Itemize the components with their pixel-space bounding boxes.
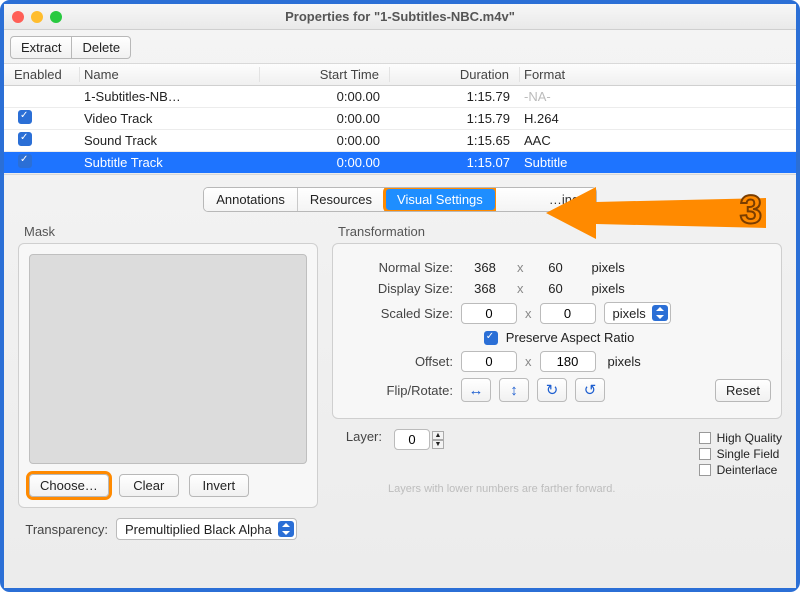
duration: 1:15.79 [390,89,520,104]
track-name: Video Track [80,111,260,126]
pixels-label: pixels [592,281,625,296]
close-icon[interactable] [12,11,24,23]
mask-preview [29,254,307,464]
high-quality-label: High Quality [717,431,782,445]
window-title: Properties for "1-Subtitles-NBC.m4v" [12,9,788,24]
enabled-checkbox[interactable] [18,110,32,124]
scaled-size-label: Scaled Size: [343,306,453,321]
mask-title: Mask [24,224,318,239]
x-sep: x [517,281,524,296]
preserve-aspect-checkbox[interactable] [484,331,498,345]
scaled-unit-value: pixels [613,306,646,321]
start-time: 0:00.00 [260,89,390,104]
pixels-label: pixels [592,260,625,275]
enabled-checkbox[interactable] [18,132,32,146]
offset-y-input[interactable] [540,351,596,372]
extract-button[interactable]: Extract [10,36,72,59]
rotate-cw-icon[interactable]: ↻ [537,378,567,402]
high-quality-checkbox[interactable] [699,432,711,444]
x-sep: x [517,260,524,275]
transparency-select[interactable]: Premultiplied Black Alpha [116,518,297,540]
tabs: Annotations Resources Visual Settings …i… [18,187,782,212]
col-name: Name [80,67,260,82]
start-time: 0:00.00 [260,155,390,170]
layer-hint: Layers with lower numbers are farther fo… [388,483,782,495]
transparency-value: Premultiplied Black Alpha [125,522,272,537]
col-enabled: Enabled [10,67,80,82]
rotate-ccw-icon[interactable]: ↺ [575,378,605,402]
table-row[interactable]: Video Track0:00.001:15.79H.264 [4,108,796,130]
x-sep: x [525,354,532,369]
format: Subtitle [520,155,790,170]
display-height: 60 [532,281,580,296]
tracks-table: Enabled Name Start Time Duration Format … [4,63,796,175]
tab-visual-settings[interactable]: Visual Settings [385,188,496,211]
scaled-width-input[interactable] [461,303,517,324]
tab-other[interactable]: …ings [496,188,596,211]
delete-button[interactable]: Delete [72,36,131,59]
table-row[interactable]: 1-Subtitles-NB…0:00.001:15.79-NA- [4,86,796,108]
table-header: Enabled Name Start Time Duration Format [4,64,796,86]
duration: 1:15.07 [390,155,520,170]
display-size-label: Display Size: [343,281,453,296]
toolbar: Extract Delete [4,30,796,63]
single-field-checkbox[interactable] [699,448,711,460]
transformation-title: Transformation [338,224,782,239]
col-start: Start Time [260,67,390,82]
transparency-label: Transparency: [18,522,108,537]
x-sep: x [525,306,532,321]
minimize-icon[interactable] [31,11,43,23]
duration: 1:15.79 [390,111,520,126]
single-field-label: Single Field [717,447,780,461]
choose-button[interactable]: Choose… [29,474,109,497]
track-name: Subtitle Track [80,155,260,170]
enabled-checkbox[interactable] [18,154,32,168]
chevron-updown-icon [652,305,668,321]
display-width: 368 [461,281,509,296]
tab-annotations[interactable]: Annotations [204,188,298,211]
duration: 1:15.65 [390,133,520,148]
layer-stepper[interactable]: ▲▼ [432,431,444,449]
invert-button[interactable]: Invert [189,474,249,497]
start-time: 0:00.00 [260,133,390,148]
track-name: Sound Track [80,133,260,148]
normal-size-label: Normal Size: [343,260,453,275]
tutorial-step-number: 3 [740,188,762,233]
format: H.264 [520,111,790,126]
layer-label: Layer: [332,429,382,444]
zoom-icon[interactable] [50,11,62,23]
col-format: Format [520,67,790,82]
reset-button[interactable]: Reset [715,379,771,402]
scaled-height-input[interactable] [540,303,596,324]
deinterlace-label: Deinterlace [717,463,778,477]
clear-button[interactable]: Clear [119,474,179,497]
start-time: 0:00.00 [260,111,390,126]
flip-horizontal-icon[interactable]: ↔ [461,378,491,402]
titlebar: Properties for "1-Subtitles-NBC.m4v" [4,4,796,30]
format: AAC [520,133,790,148]
table-row[interactable]: Sound Track0:00.001:15.65AAC [4,130,796,152]
col-duration: Duration [390,67,520,82]
table-row[interactable]: Subtitle Track0:00.001:15.07Subtitle [4,152,796,174]
chevron-updown-icon [278,521,294,537]
pixels-label: pixels [608,354,641,369]
preserve-aspect-label: Preserve Aspect Ratio [506,330,635,345]
normal-width: 368 [461,260,509,275]
fliprotate-label: Flip/Rotate: [343,383,453,398]
offset-x-input[interactable] [461,351,517,372]
scaled-unit-select[interactable]: pixels [604,302,671,324]
tab-resources[interactable]: Resources [298,188,385,211]
deinterlace-checkbox[interactable] [699,464,711,476]
offset-label: Offset: [343,354,453,369]
layer-input[interactable] [394,429,430,450]
mask-group: Choose… Clear Invert [18,243,318,508]
format: -NA- [520,89,790,104]
transformation-group: Normal Size: 368 x 60 pixels Display Siz… [332,243,782,419]
normal-height: 60 [532,260,580,275]
track-name: 1-Subtitles-NB… [80,89,260,104]
flip-vertical-icon[interactable]: ↕ [499,378,529,402]
